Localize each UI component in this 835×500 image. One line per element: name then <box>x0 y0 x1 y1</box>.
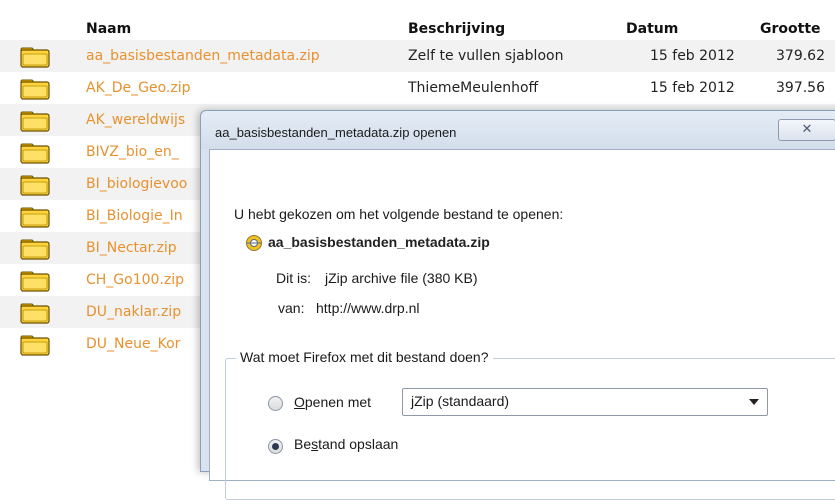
dialog-filename: aa_basisbestanden_metadata.zip <box>268 234 490 250</box>
file-size: 397.56 <box>776 80 825 96</box>
file-description: ThiemeMeulenhoff <box>408 80 539 96</box>
file-name-link[interactable]: AK_De_Geo.zip <box>86 80 191 96</box>
table-row[interactable]: aa_basisbestanden_metadata.zip Zelf te vu… <box>0 40 835 72</box>
file-name-link[interactable]: AK_wereldwijs <box>86 112 185 128</box>
header-size[interactable]: Grootte <box>760 21 821 37</box>
zip-folder-icon[interactable] <box>20 334 50 356</box>
zip-folder-icon[interactable] <box>20 46 50 68</box>
action-group-legend: Wat moet Firefox met dit bestand doen? <box>236 349 493 365</box>
save-file-text-end: tand opslaan <box>318 436 399 452</box>
zip-folder-icon[interactable] <box>20 78 50 100</box>
from-value: http://www.drp.nl <box>316 300 420 316</box>
file-date: 15 feb 2012 <box>650 80 735 96</box>
file-name-link[interactable]: aa_basisbestanden_metadata.zip <box>86 48 320 64</box>
file-size: 379.62 <box>776 48 825 64</box>
zip-folder-icon[interactable] <box>20 110 50 132</box>
open-with-label[interactable]: Openen met <box>294 394 371 410</box>
file-name-link[interactable]: BIVZ_bio_en_ <box>86 144 179 160</box>
save-file-text-start: Be <box>294 436 312 452</box>
zip-folder-icon[interactable] <box>20 238 50 260</box>
open-file-dialog: aa_basisbestanden_metadata.zip openen ✕ … <box>200 110 835 500</box>
zip-folder-icon[interactable] <box>20 302 50 324</box>
close-icon: ✕ <box>801 122 813 137</box>
save-file-radio[interactable] <box>268 439 283 454</box>
dialog-title: aa_basisbestanden_metadata.zip openen <box>215 125 457 140</box>
dialog-titlebar[interactable]: aa_basisbestanden_metadata.zip openen ✕ <box>201 111 835 149</box>
file-name-link[interactable]: BI_Nectar.zip <box>86 240 177 256</box>
close-button[interactable]: ✕ <box>778 119 835 141</box>
zip-folder-icon[interactable] <box>20 206 50 228</box>
open-with-radio[interactable] <box>268 396 283 411</box>
dialog-intro: U hebt gekozen om het volgende bestand t… <box>234 206 564 222</box>
file-description: Zelf te vullen sjabloon <box>408 48 564 64</box>
header-date[interactable]: Datum <box>626 21 678 37</box>
chevron-down-icon[interactable] <box>749 399 759 405</box>
type-value: jZip archive file (380 KB) <box>325 270 478 286</box>
action-group: Wat moet Firefox met dit bestand doen? <box>225 349 835 500</box>
dialog-body: U hebt gekozen om het volgende bestand t… <box>209 149 835 500</box>
file-name-link[interactable]: DU_naklar.zip <box>86 304 181 320</box>
from-label: van: <box>278 300 305 316</box>
header-name[interactable]: Naam <box>86 21 131 37</box>
table-row[interactable]: AK_De_Geo.zip ThiemeMeulenhoff 15 feb 2012… <box>0 72 835 104</box>
file-name-link[interactable]: DU_Neue_Kor <box>86 336 180 352</box>
app-select-value: jZip (standaard) <box>411 393 510 409</box>
save-file-label[interactable]: Bestand opslaan <box>294 436 398 452</box>
open-with-text: penen met <box>304 394 372 410</box>
type-label: Dit is: <box>276 270 311 286</box>
zip-folder-icon[interactable] <box>20 142 50 164</box>
open-with-accesskey: O <box>294 394 305 410</box>
zip-folder-icon[interactable] <box>20 174 50 196</box>
firefox-file-icon <box>246 235 262 251</box>
file-date: 15 feb 2012 <box>650 48 735 64</box>
file-name-link[interactable]: CH_Go100.zip <box>86 272 184 288</box>
file-name-link[interactable]: BI_Biologie_In <box>86 208 183 224</box>
header-description[interactable]: Beschrijving <box>408 21 505 37</box>
zip-folder-icon[interactable] <box>20 270 50 292</box>
file-name-link[interactable]: BI_biologievoo <box>86 176 187 192</box>
radio-selected-dot <box>272 443 279 450</box>
app-select[interactable]: jZip (standaard) <box>402 388 768 416</box>
table-header: Naam Beschrijving Datum Grootte <box>0 0 835 40</box>
